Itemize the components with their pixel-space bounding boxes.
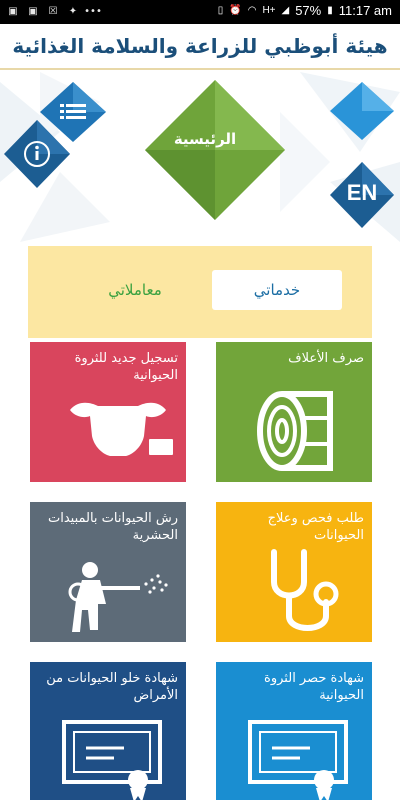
info-button[interactable]	[4, 120, 70, 188]
tile-label: شهادة حصر الثروة الحيوانية	[264, 671, 364, 703]
tile-label: شهادة خلو الحيوانات من الأمراض	[46, 671, 178, 703]
app-header: هيئة أبوظبي للزراعة والسلامة الغذائية	[0, 24, 400, 70]
network-type: H+	[262, 5, 276, 16]
list-icon	[60, 104, 86, 119]
vibrate-icon: ▯	[217, 5, 224, 16]
close-box-icon: ☒	[48, 5, 58, 17]
page-title: هيئة أبوظبي للزراعة والسلامة الغذائية	[12, 34, 388, 58]
tile-disease-free-certificate[interactable]: شهادة خلو الحيوانات من الأمراض	[30, 662, 186, 800]
sprayer-icon	[68, 562, 168, 632]
notification-icons: ▣ ▣ ☒ ✦ •••	[6, 4, 102, 18]
tile-animal-examination[interactable]: طلب فحص وعلاج الحيوانات	[216, 502, 372, 642]
hay-bale-icon	[257, 391, 333, 471]
tile-feed-distribution[interactable]: صرف الأعلاف	[216, 342, 372, 482]
ribbon-icon: ✦	[68, 5, 78, 17]
gallery-icon: ▣	[8, 5, 18, 17]
livestock-registration-icon	[70, 402, 175, 457]
status-bar: ▣ ▣ ☒ ✦ ••• ▯ ⏰ ◠ H+ ◢ 57% ▮ 11:17 am	[0, 0, 400, 24]
tab-transactions[interactable]: معاملاتي	[70, 270, 200, 310]
tile-label: تسجيل جديد للثروة الحيوانية	[74, 351, 178, 383]
wifi-icon: ◠	[247, 5, 257, 16]
home-label[interactable]: الرئيسية	[155, 130, 255, 148]
tile-livestock-census-certificate[interactable]: شهادة حصر الثروة الحيوانية	[216, 662, 372, 800]
language-label[interactable]: EN	[330, 180, 394, 206]
decorative-diamond	[330, 82, 394, 140]
tile-label: صرف الأعلاف	[288, 351, 364, 366]
gallery-icon: ▣	[28, 5, 38, 17]
more-dots-icon: •••	[84, 5, 102, 17]
tile-livestock-registration[interactable]: تسجيل جديد للثروة الحيوانية	[30, 342, 186, 482]
tab-services[interactable]: خدماتي	[212, 270, 342, 310]
battery-icon: ▮	[327, 5, 333, 16]
system-status: ▯ ⏰ ◠ H+ ◢ 57% ▮ 11:17 am	[218, 3, 392, 18]
battery-level: 57%	[295, 3, 322, 18]
alarm-icon: ⏰	[229, 5, 242, 16]
tile-animal-spraying[interactable]: رش الحيوانات بالمبيدات الحشرية	[30, 502, 186, 642]
signal-icon: ◢	[281, 5, 290, 16]
certificate-icon	[62, 720, 162, 800]
tile-label: طلب فحص وعلاج الحيوانات	[267, 511, 364, 543]
certificate-icon	[248, 720, 348, 800]
clock: 11:17 am	[338, 3, 392, 18]
home-button[interactable]	[145, 80, 285, 220]
stethoscope-icon	[271, 549, 339, 631]
tile-label: رش الحيوانات بالمبيدات الحشرية	[47, 511, 178, 543]
